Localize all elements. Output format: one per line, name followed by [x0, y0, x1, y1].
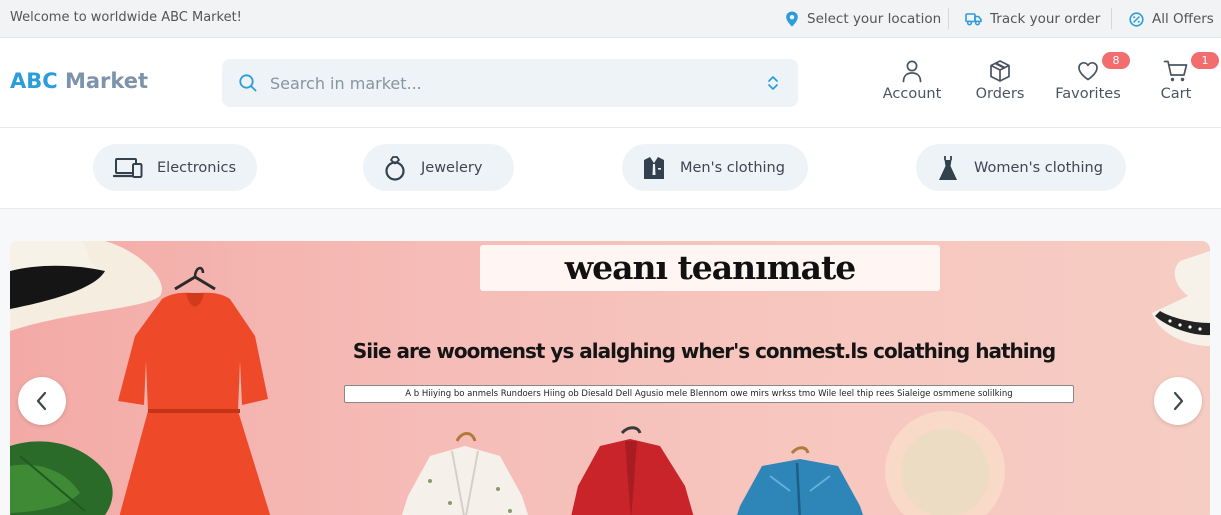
site-logo[interactable]: ABC Market — [10, 69, 148, 93]
category-label: Men's clothing — [680, 159, 785, 176]
carousel-next-button[interactable] — [1154, 377, 1202, 425]
welcome-text: Welcome to worldwide ABC Market! — [10, 10, 242, 25]
favorites-count-badge: 8 — [1102, 52, 1130, 69]
main-header: ABC Market Account Orders Favor — [0, 39, 1221, 128]
all-offers-label: All Offers — [1152, 11, 1214, 27]
banner-subtitle: Siie are woomenst ys alalghing wher's co… — [352, 339, 1056, 363]
search-input[interactable] — [270, 59, 750, 107]
select-location-label: Select your location — [807, 11, 942, 27]
category-jewelery[interactable]: Jewelery — [363, 144, 514, 191]
location-pin-icon — [786, 11, 798, 27]
category-electronics[interactable]: Electronics — [93, 144, 257, 191]
category-womens-clothing[interactable]: Women's clothing — [916, 144, 1126, 191]
orders-button[interactable]: Orders — [970, 59, 1030, 109]
heart-icon — [1078, 61, 1098, 81]
cart-count-badge: 1 — [1191, 52, 1219, 69]
search-bar — [222, 59, 798, 107]
logo-primary-text: ABC — [10, 69, 58, 93]
truck-icon — [965, 13, 982, 26]
account-label: Account — [882, 86, 942, 102]
cart-icon — [1163, 60, 1188, 82]
select-location-link[interactable]: Select your location — [785, 9, 941, 29]
banner-title: weanı teanımate — [480, 245, 940, 291]
cart-label: Cart — [1160, 86, 1192, 102]
orders-label: Orders — [975, 86, 1025, 102]
account-button[interactable]: Account — [880, 59, 944, 109]
track-order-link[interactable]: Track your order — [965, 9, 1100, 29]
category-label: Women's clothing — [974, 159, 1103, 176]
chevron-right-icon — [1173, 391, 1184, 411]
category-bar: Electronics Jewelery Men's clothing Wome… — [0, 128, 1221, 209]
main-content: weanı teanımate Siie are woomenst ys ala… — [0, 209, 1221, 515]
track-order-label: Track your order — [990, 11, 1101, 27]
promo-banner[interactable]: weanı teanımate Siie are woomenst ys ala… — [10, 241, 1210, 515]
package-icon — [990, 60, 1010, 82]
user-icon — [902, 60, 922, 83]
logo-secondary-text: Market — [64, 69, 149, 93]
divider — [948, 8, 949, 29]
discount-icon — [1129, 11, 1144, 27]
devices-icon — [113, 157, 143, 178]
banner-small-text: A b Hiiying bo anmels Rundoers Hiing ob … — [344, 385, 1074, 403]
favorites-button[interactable]: Favorites 8 — [1052, 52, 1130, 109]
favorites-label: Favorites — [1055, 86, 1121, 102]
search-icon[interactable] — [238, 73, 258, 93]
all-offers-link[interactable]: All Offers — [1129, 9, 1214, 29]
category-mens-clothing[interactable]: Men's clothing — [622, 144, 808, 191]
suit-icon — [644, 156, 664, 179]
top-bar: Welcome to worldwide ABC Market! Select … — [0, 0, 1221, 38]
dress-icon — [939, 155, 957, 180]
category-label: Jewelery — [421, 159, 483, 176]
ring-icon — [385, 155, 405, 181]
divider — [1111, 8, 1112, 29]
chevron-up-down-icon[interactable] — [766, 74, 780, 92]
category-label: Electronics — [157, 159, 237, 176]
chevron-left-icon — [36, 391, 47, 411]
cart-button[interactable]: Cart 1 — [1155, 52, 1219, 109]
carousel-prev-button[interactable] — [18, 377, 66, 425]
